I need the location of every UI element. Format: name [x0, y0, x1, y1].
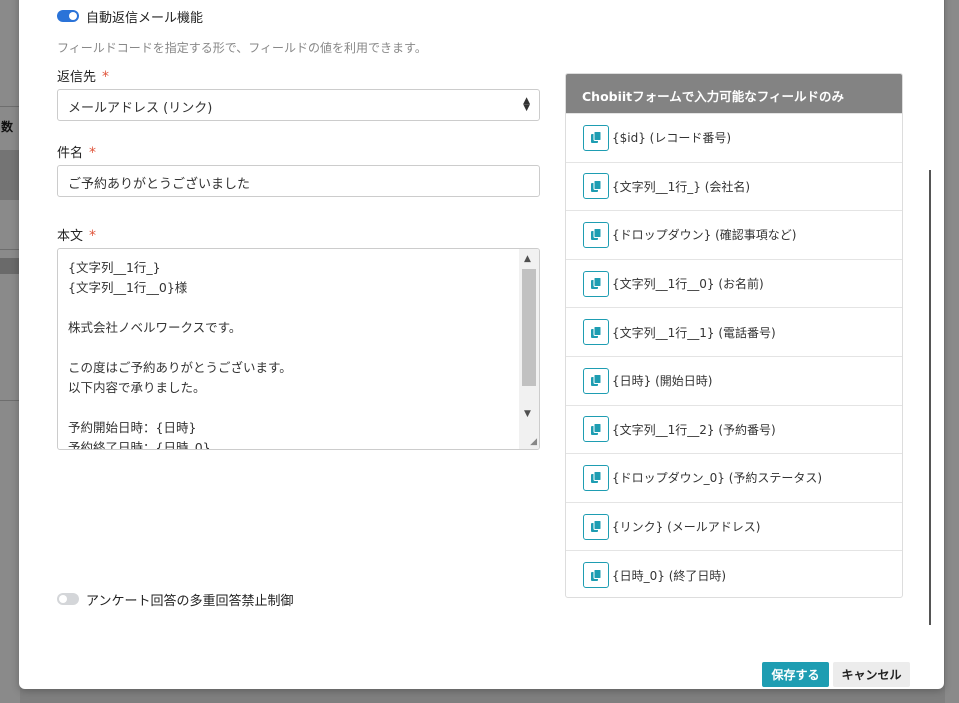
field-code-hint: フィールドコードを指定する形で、フィールドの値を利用できます。: [57, 41, 427, 55]
select-arrows-icon: ▲ ▼: [523, 96, 530, 113]
subject-input[interactable]: ご予約ありがとうございました: [57, 165, 540, 197]
body-textarea[interactable]: {文字列__1行_} {文字列__1行__0}様株式会社ノベルワークスです。この度…: [57, 248, 540, 450]
background-column-header: 数: [1, 120, 14, 134]
field-item: {文字列__1行__2} (予約番号): [566, 404, 902, 454]
body-line: 予約終了日時：{日時_0}: [68, 440, 211, 450]
cancel-button[interactable]: キャンセル: [833, 662, 910, 687]
field-item-label: {文字列__1行__0} (お名前): [612, 277, 764, 292]
field-item: {文字列__1行__0} (お名前): [566, 258, 902, 308]
body-line: 株式会社ノベルワークスです。: [68, 320, 242, 335]
field-item: {ドロップダウン} (確認事項など): [566, 210, 902, 259]
required-mark: *: [89, 145, 97, 161]
reply-to-selected-value: メールアドレス (リンク): [68, 101, 213, 116]
background-divider: [0, 249, 20, 250]
copy-icon[interactable]: [583, 124, 609, 151]
resize-grip-icon[interactable]: ◢: [530, 437, 537, 447]
body-line: [68, 338, 292, 358]
body-line: 予約開始日時：{日時}: [68, 420, 197, 435]
field-item-label: {文字列__1行__2} (予約番号): [612, 422, 776, 437]
field-item: {文字列__1行_} (会社名): [566, 161, 902, 211]
field-item: {リンク} (メールアドレス): [566, 501, 902, 551]
multi-answer-toggle[interactable]: [57, 593, 79, 605]
field-item-label: {文字列__1行__1} (電話番号): [612, 325, 776, 340]
multi-answer-label: アンケート回答の多重回答禁止制御: [86, 594, 294, 609]
save-button[interactable]: 保存する: [762, 662, 829, 687]
background-page-right: [945, 0, 959, 703]
copy-icon[interactable]: [583, 513, 609, 540]
copy-icon[interactable]: [583, 464, 609, 491]
copy-icon[interactable]: [583, 319, 609, 346]
required-mark: *: [102, 69, 110, 85]
body-scrollbar[interactable]: ▲ ▼: [519, 249, 539, 449]
body-line: [68, 398, 292, 418]
field-item-label: {日時_0} (終了日時): [612, 568, 727, 583]
field-item-label: {ドロップダウン_0} (予約ステータス): [612, 471, 823, 486]
body-line: 以下内容で承りました。: [68, 380, 206, 395]
body-line: この度はご予約ありがとうございます。: [68, 360, 292, 375]
field-item: {日時_0} (終了日時): [566, 550, 902, 597]
modal-scrollbar[interactable]: [929, 170, 931, 625]
scroll-up-icon[interactable]: ▲: [524, 254, 531, 264]
reply-to-label: 返信先 *: [57, 69, 110, 85]
copy-icon[interactable]: [583, 367, 609, 394]
copy-icon[interactable]: [583, 221, 609, 248]
field-item: {ドロップダウン_0} (予約ステータス): [566, 453, 902, 502]
auto-reply-toggle[interactable]: [57, 10, 79, 22]
field-item-label: {$id} (レコード番号): [612, 131, 732, 146]
copy-icon[interactable]: [583, 173, 609, 200]
field-item-label: {リンク} (メールアドレス): [612, 520, 761, 535]
field-item-label: {ドロップダウン} (確認事項など): [612, 228, 797, 243]
body-line: {文字列__1行_}: [68, 260, 161, 275]
copy-icon[interactable]: [583, 416, 609, 443]
field-item-label: {文字列__1行_} (会社名): [612, 179, 751, 194]
copy-icon[interactable]: [583, 562, 609, 589]
scrollbar-thumb[interactable]: [522, 269, 536, 386]
background-divider: [0, 400, 20, 401]
field-item: {日時} (開始日時): [566, 355, 902, 405]
scroll-down-icon[interactable]: ▼: [524, 409, 531, 419]
auto-reply-settings-modal: 自動返信メール機能 フィールドコードを指定する形で、フィールドの値を利用できます…: [19, 0, 944, 689]
background-row: [0, 258, 20, 274]
field-item-label: {日時} (開始日時): [612, 374, 713, 389]
field-panel-header: Chobiitフォームで入力可能なフィールドのみ: [566, 74, 902, 113]
background-row: [0, 150, 20, 200]
background-divider: [0, 106, 20, 107]
body-line: [68, 298, 292, 318]
body-text: {文字列__1行_} {文字列__1行__0}様株式会社ノベルワークスです。この度…: [68, 258, 292, 450]
field-item: {$id} (レコード番号): [566, 113, 902, 162]
field-list: {$id} (レコード番号) {文字列__1行_} (会社名) {ドロップダウン} …: [566, 113, 902, 597]
body-label: 本文 *: [57, 228, 97, 244]
copy-icon[interactable]: [583, 270, 609, 297]
body-line: {文字列__1行__0}様: [68, 280, 188, 295]
reply-to-select[interactable]: メールアドレス (リンク) ▲ ▼: [57, 89, 540, 121]
subject-label: 件名 *: [57, 145, 97, 161]
auto-reply-label: 自動返信メール機能: [86, 11, 204, 26]
subject-value: ご予約ありがとうございました: [68, 177, 251, 192]
required-mark: *: [89, 228, 97, 244]
field-item: {文字列__1行__1} (電話番号): [566, 307, 902, 356]
field-code-panel: Chobiitフォームで入力可能なフィールドのみ {$id} (レコード番号){…: [565, 73, 903, 598]
